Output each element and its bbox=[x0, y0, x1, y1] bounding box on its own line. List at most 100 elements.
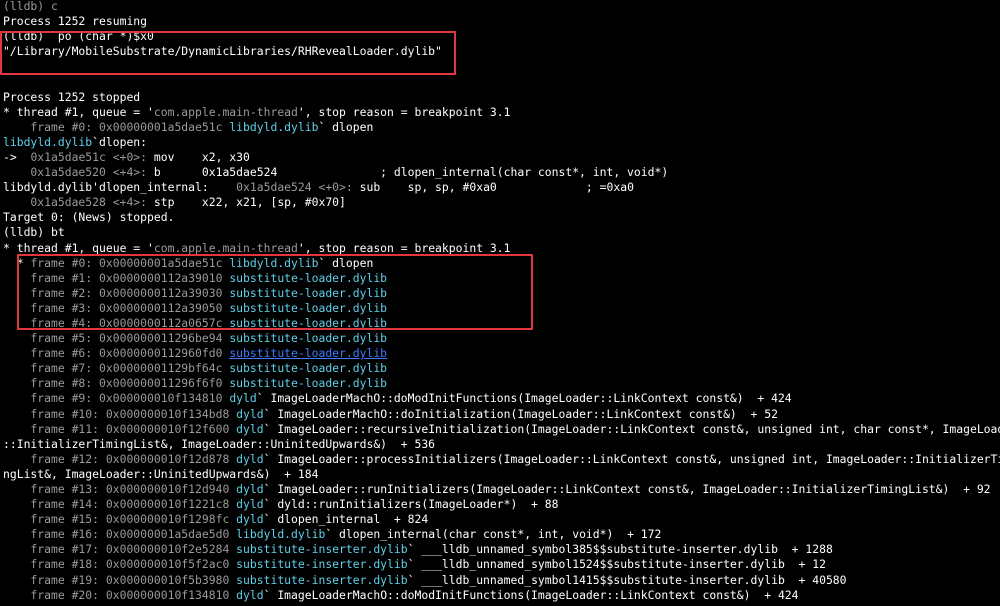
terminal-text: 0x1a5dae51c <+0>: bbox=[30, 149, 154, 164]
terminal-text: * thread #1, queue = ' bbox=[3, 104, 154, 119]
terminal-line: libdyld.dylib`dlopen: bbox=[3, 135, 1000, 150]
terminal-text: frame #8: 0x000000011296f6f0 bbox=[3, 376, 230, 391]
terminal-text: dyld bbox=[236, 512, 264, 527]
terminal-text: frame #0: 0x00000001a5dae51c bbox=[3, 119, 230, 134]
terminal-text: frame #0: 0x00000001a5dae51c bbox=[30, 255, 230, 270]
terminal-text: frame #6: 0x0000000112960fd0 bbox=[3, 346, 230, 361]
terminal-line: frame #5: 0x000000011296be94 substitute-… bbox=[3, 331, 1000, 346]
terminal-line: frame #19: 0x000000010f5b3980 substitute… bbox=[3, 573, 1000, 588]
terminal-text: `dlopen: bbox=[92, 134, 148, 149]
terminal-text: dyld bbox=[236, 406, 264, 421]
terminal-line: frame #15: 0x000000010f1298fc dyld` dlop… bbox=[3, 512, 1000, 527]
terminal-text: frame #10: 0x000000010f134bd8 bbox=[3, 406, 237, 421]
terminal-line: (lldb) bt bbox=[3, 225, 1000, 240]
terminal-text: substitute-loader.dylib bbox=[229, 376, 388, 391]
terminal-line: * thread #1, queue = 'com.apple.main-thr… bbox=[3, 105, 1000, 120]
terminal-text: sub sp, sp, #0xa0 ; =0xa0 bbox=[359, 180, 634, 195]
terminal-text: stp x22, x21, [sp, #0x70] bbox=[153, 195, 346, 210]
terminal-text: dyld bbox=[236, 482, 264, 496]
terminal-line: frame #18: 0x000000010f5f2ac0 substitute… bbox=[3, 557, 1000, 572]
terminal-text: substitute-loader.dylib bbox=[229, 361, 388, 376]
terminal-text: dyld bbox=[236, 587, 264, 602]
terminal-line: frame #9: 0x000000010f134810 dyld` Image… bbox=[3, 391, 1000, 406]
terminal-text: b 0x1a5dae524 ; dlopen_internal(char con… bbox=[153, 165, 669, 180]
terminal-text: (lldb) po (char *)$x0 bbox=[3, 29, 154, 44]
terminal-text: frame #13: 0x000000010f12d940 bbox=[3, 482, 237, 496]
terminal-text: dyld bbox=[236, 497, 264, 512]
terminal-text: libdyld.dylib bbox=[236, 527, 326, 542]
terminal-line: (lldb) po (char *)$x0 bbox=[3, 29, 1000, 44]
terminal-text: -> bbox=[3, 149, 31, 164]
terminal-text: ::InitializerTimingList&, ImageLoader::U… bbox=[3, 436, 436, 451]
terminal-text: 0x1a5dae520 <+4>: bbox=[3, 165, 154, 180]
terminal-text: ` dlopen bbox=[318, 255, 374, 270]
terminal-text: frame #3: 0x0000000112a39050 bbox=[3, 300, 230, 315]
terminal-text: frame #17: 0x000000010f2e5284 bbox=[3, 542, 237, 557]
terminal-text: ', stop reason = breakpoint 3.1 bbox=[297, 240, 511, 255]
terminal-text: libdyld.dylib'dlopen_internal: bbox=[3, 180, 237, 195]
terminal-text: 0x1a5dae528 <+4>: bbox=[3, 195, 154, 210]
terminal-line: frame #8: 0x000000011296f6f0 substitute-… bbox=[3, 376, 1000, 391]
terminal-text: libdyld.dylib bbox=[229, 255, 319, 270]
terminal-text: com.apple.main-thread bbox=[153, 240, 298, 255]
terminal-text: substitute-loader.dylib bbox=[229, 300, 388, 315]
terminal-text: ` ImageLoaderMachO::doModInitFunctions(I… bbox=[256, 391, 792, 406]
terminal-line: Target 0: (News) stopped. bbox=[3, 210, 1000, 225]
terminal-text: ` ImageLoaderMachO::doModInitFunctions(I… bbox=[263, 587, 799, 602]
terminal-text: substitute-inserter.dylib bbox=[236, 542, 408, 557]
terminal-text: frame #16: 0x00000001a5dae5d0 bbox=[3, 527, 237, 542]
terminal-line: frame #4: 0x0000000112a0657c substitute-… bbox=[3, 316, 1000, 331]
terminal-text: ` ___lldb_unnamed_symbol1524$$substitute… bbox=[407, 557, 826, 572]
terminal-line: frame #16: 0x00000001a5dae5d0 libdyld.dy… bbox=[3, 527, 1000, 542]
terminal-text: ngList&, ImageLoader::UninitedUpwards&) … bbox=[3, 466, 319, 481]
terminal-text: Process 1252 resuming bbox=[3, 14, 148, 29]
terminal-text: substitute-inserter.dylib bbox=[236, 557, 408, 572]
terminal-text: ` dlopen_internal(char const*, int, void… bbox=[325, 527, 662, 542]
terminal-text: ` dyld::runInitializers(ImageLoader*) + … bbox=[263, 497, 559, 512]
terminal-line: (lldb) c bbox=[3, 0, 1000, 14]
terminal-text: 0x1a5dae524 <+0>: bbox=[236, 180, 360, 195]
terminal-line: "/Library/MobileSubstrate/DynamicLibrari… bbox=[3, 44, 1000, 59]
terminal-text: (lldb) bt bbox=[3, 225, 65, 240]
terminal-text: Target 0: (News) stopped. bbox=[3, 210, 175, 225]
terminal-line: frame #6: 0x0000000112960fd0 substitute-… bbox=[3, 346, 1000, 361]
terminal-line: frame #14: 0x000000010f1221c8 dyld` dyld… bbox=[3, 497, 1000, 512]
terminal-text: frame #9: 0x000000010f134810 bbox=[3, 391, 230, 406]
terminal-text: frame #7: 0x00000001129bf64c bbox=[3, 361, 230, 376]
terminal-text: Process 1252 stopped bbox=[3, 89, 141, 104]
terminal-line: frame #20: 0x000000010f134810 dyld` Imag… bbox=[3, 588, 1000, 603]
terminal-line: frame #3: 0x0000000112a39050 substitute-… bbox=[3, 301, 1000, 316]
terminal-text: (lldb) c bbox=[3, 0, 58, 13]
terminal-output[interactable]: (lldb) c Process 1252 resuming (lldb) po (… bbox=[3, 0, 1000, 603]
terminal-text: ` dlopen bbox=[318, 119, 374, 134]
terminal-text: libdyld.dylib bbox=[3, 134, 93, 149]
terminal-line: frame #1: 0x0000000112a39010 substitute-… bbox=[3, 271, 1000, 286]
terminal-text: com.apple.main-thread bbox=[153, 104, 298, 119]
terminal-text: mov x2, x30 bbox=[153, 149, 250, 164]
terminal-text: * thread #1, queue = ' bbox=[3, 240, 154, 255]
terminal-text: dyld bbox=[229, 391, 257, 406]
terminal-line: frame #12: 0x000000010f12d878 dyld` Imag… bbox=[3, 452, 1000, 467]
terminal-line: frame #0: 0x00000001a5dae51c libdyld.dyl… bbox=[3, 120, 1000, 135]
terminal-text: dyld bbox=[236, 421, 264, 436]
terminal-text: frame #4: 0x0000000112a0657c bbox=[3, 315, 230, 330]
terminal-text: substitute-loader.dylib bbox=[229, 285, 388, 300]
terminal-text: substitute-loader.dylib bbox=[229, 331, 388, 346]
terminal-text: ` ___lldb_unnamed_symbol1415$$substitute… bbox=[407, 572, 847, 587]
terminal-line: libdyld.dylib'dlopen_internal: 0x1a5dae5… bbox=[3, 180, 1000, 195]
terminal-text: ` ImageLoader::runInitializers(ImageLoad… bbox=[263, 482, 991, 496]
terminal-line: ::InitializerTimingList&, ImageLoader::U… bbox=[3, 437, 1000, 452]
terminal-text: ` ImageLoader::recursiveInitialization(I… bbox=[263, 421, 1000, 436]
terminal-line: frame #13: 0x000000010f12d940 dyld` Imag… bbox=[3, 482, 1000, 497]
terminal-text: frame #1: 0x0000000112a39010 bbox=[3, 270, 230, 285]
terminal-line: Process 1252 stopped bbox=[3, 90, 1000, 105]
terminal-text: ` dlopen_internal + 824 bbox=[263, 512, 429, 527]
terminal-link[interactable]: substitute-loader.dylib bbox=[229, 346, 387, 360]
terminal-line: frame #2: 0x0000000112a39030 substitute-… bbox=[3, 286, 1000, 301]
terminal-text: frame #2: 0x0000000112a39030 bbox=[3, 285, 230, 300]
terminal-text: substitute-inserter.dylib bbox=[236, 572, 408, 587]
terminal-text: frame #20: 0x000000010f134810 bbox=[3, 587, 237, 602]
terminal-line: * frame #0: 0x00000001a5dae51c libdyld.d… bbox=[3, 256, 1000, 271]
